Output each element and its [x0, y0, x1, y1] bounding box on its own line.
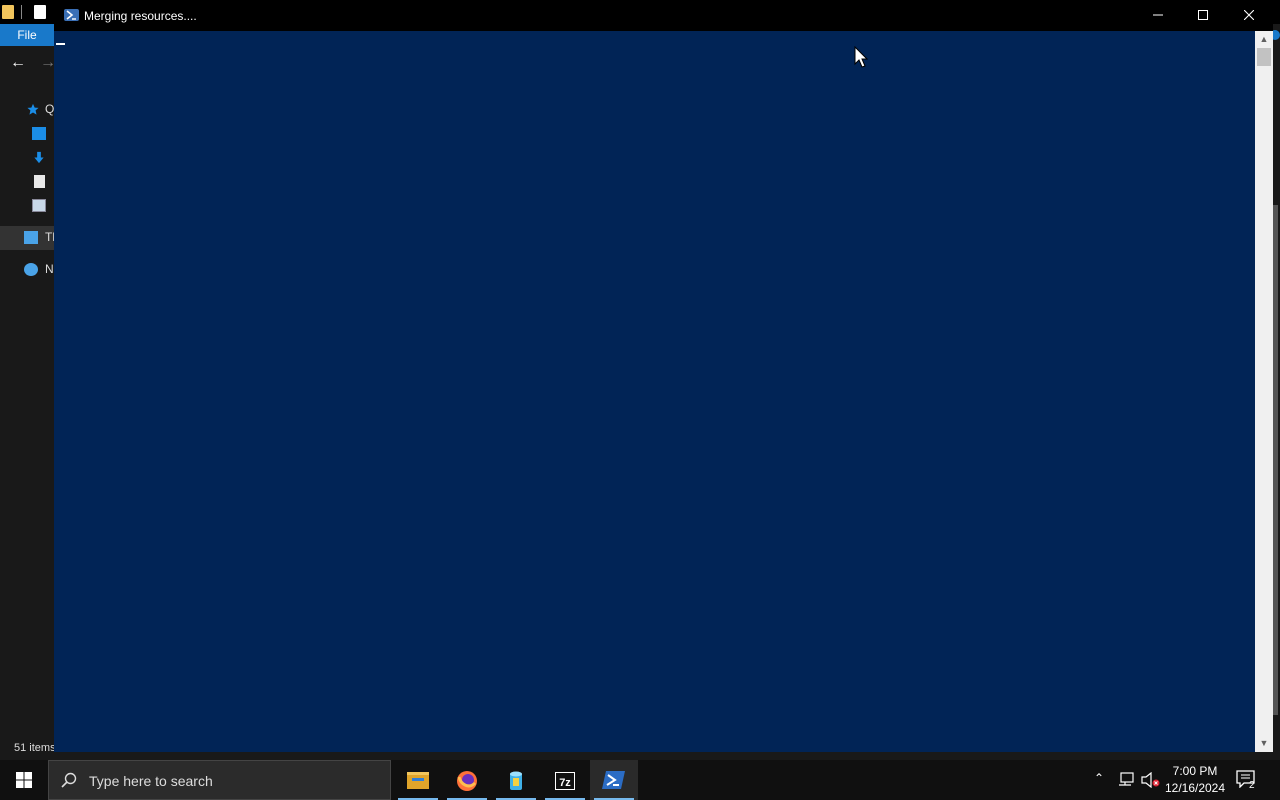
back-arrow-icon[interactable]: ← — [10, 54, 26, 72]
maximize-button[interactable] — [1180, 0, 1226, 31]
close-button[interactable] — [1226, 0, 1272, 31]
powershell-window: Merging resources.... ▲ ▼ — [54, 0, 1273, 752]
powershell-titlebar[interactable]: Merging resources.... — [54, 0, 1273, 31]
nav-item-label: N — [45, 262, 54, 276]
firefox-icon — [457, 771, 477, 791]
nav-item-downloads[interactable] — [0, 146, 54, 170]
powershell-icon — [602, 771, 625, 789]
windows-logo-icon — [16, 772, 32, 788]
window-title: Merging resources.... — [84, 9, 197, 23]
nav-item-desktop[interactable] — [0, 122, 54, 146]
quick-access-divider — [21, 5, 22, 19]
nav-item-pictures[interactable] — [0, 194, 54, 218]
maximize-icon — [1198, 10, 1208, 20]
minimize-icon — [1153, 14, 1163, 16]
powershell-icon[interactable] — [64, 9, 79, 21]
quick-access-star-icon — [27, 103, 39, 115]
taskbar-clock[interactable]: 7:00 PM 12/16/2024 — [1160, 763, 1230, 797]
taskbar-app-powershell[interactable] — [590, 760, 638, 800]
taskbar-app-file-explorer[interactable] — [394, 760, 442, 800]
this-pc-icon — [24, 231, 38, 244]
taskbar-app-cylinder[interactable] — [492, 760, 540, 800]
search-placeholder: Type here to search — [89, 773, 213, 789]
taskbar: Type here to search 7z ⌃ 7:00 PM 12/16/2… — [0, 760, 1280, 800]
console-cursor — [56, 43, 65, 45]
notification-count-badge: 2 — [1249, 780, 1255, 791]
search-icon — [61, 772, 77, 788]
properties-icon[interactable] — [34, 5, 46, 19]
network-status-icon[interactable] — [1117, 772, 1135, 788]
documents-icon — [34, 175, 45, 188]
nav-item-documents[interactable] — [0, 170, 54, 194]
close-icon — [1244, 10, 1254, 20]
scroll-down-icon[interactable]: ▼ — [1255, 735, 1273, 752]
taskbar-app-7zip[interactable]: 7z — [541, 760, 589, 800]
taskbar-app-firefox[interactable] — [443, 760, 491, 800]
start-button[interactable] — [0, 760, 48, 800]
nav-item-this-pc[interactable]: Th — [0, 226, 59, 250]
minimize-button[interactable] — [1135, 0, 1181, 31]
clock-time: 7:00 PM — [1172, 764, 1218, 778]
show-hidden-icons-chevron-icon[interactable]: ⌃ — [1094, 771, 1104, 785]
console-scrollbar[interactable]: ▲ ▼ — [1255, 31, 1273, 752]
taskbar-search-box[interactable]: Type here to search — [48, 760, 391, 800]
clock-date: 12/16/2024 — [1164, 781, 1226, 795]
mouse-pointer-icon — [854, 46, 868, 68]
nav-item-label: Q — [45, 102, 55, 116]
svg-text:7z: 7z — [559, 777, 571, 789]
nav-item-network[interactable]: N — [0, 258, 54, 282]
7zip-icon: 7z — [555, 772, 575, 790]
file-explorer-icon — [407, 772, 429, 789]
file-tab[interactable]: File — [0, 24, 54, 46]
scroll-up-icon[interactable]: ▲ — [1255, 31, 1273, 48]
desktop-icon — [32, 127, 46, 140]
downloads-icon — [34, 151, 44, 164]
scrollbar-thumb[interactable] — [1257, 48, 1271, 66]
pictures-icon — [32, 199, 46, 212]
nav-item-quick-access[interactable]: Q — [0, 98, 54, 122]
app-cylinder-icon — [510, 771, 522, 790]
console-output[interactable] — [54, 31, 1255, 752]
network-icon — [24, 263, 38, 276]
folder-icon[interactable] — [2, 5, 14, 19]
volume-muted-icon[interactable] — [1141, 772, 1161, 788]
scrollbar-track[interactable] — [1255, 31, 1273, 752]
status-bar-item-count: 51 items — [14, 742, 56, 754]
